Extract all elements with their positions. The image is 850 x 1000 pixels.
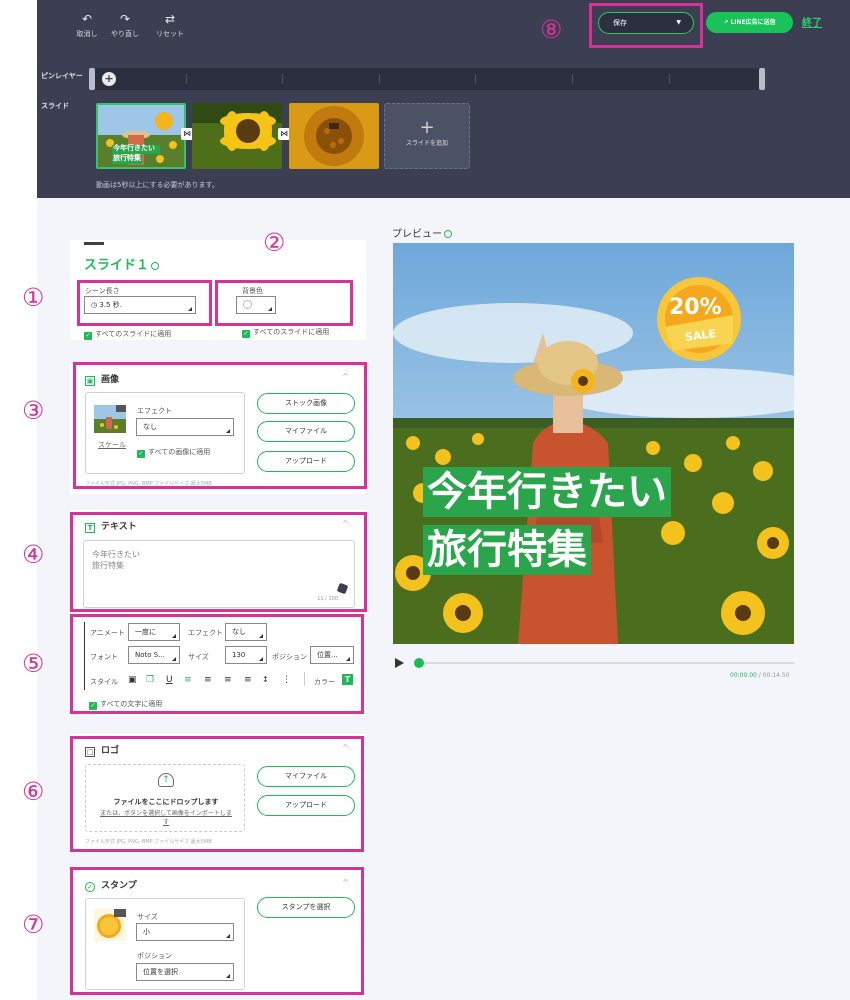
highlight-box-5 xyxy=(70,614,364,714)
track-tick xyxy=(475,74,476,84)
preview-label: プレビュー xyxy=(392,225,452,240)
slide-thumbnail-2[interactable] xyxy=(192,103,282,169)
undo-button[interactable]: ↶ 取消し xyxy=(67,12,107,39)
add-layer-icon[interactable]: + xyxy=(102,72,116,86)
slide-2-image xyxy=(192,103,282,169)
track-tick xyxy=(186,74,187,84)
info-icon[interactable] xyxy=(151,261,160,270)
duration-note: 動画は5秒以上にする必要があります。 xyxy=(96,181,219,189)
preview-headline-line1: 今年行きたい xyxy=(423,467,671,517)
seek-bar[interactable] xyxy=(418,662,794,664)
annotation-8: ⑧ xyxy=(540,15,563,44)
annotation-1: ① xyxy=(22,283,45,312)
share-icon: ↗ xyxy=(723,19,729,26)
highlight-box-8 xyxy=(589,3,703,48)
playback-time: 00:00.00 / 00:14.50 xyxy=(730,672,790,679)
checkbox-checked-icon: ✓ xyxy=(242,330,250,338)
apply-all-slides-bg-checkbox[interactable]: ✓ すべてのスライドに適用 xyxy=(242,327,329,338)
seek-handle[interactable] xyxy=(414,658,424,668)
slide-title: スライド１ xyxy=(84,254,160,273)
annotation-4: ④ xyxy=(22,540,45,569)
info-icon[interactable] xyxy=(444,230,452,238)
send-to-line-button[interactable]: ↗ LINE広告に送信 xyxy=(706,12,793,33)
add-slide-button[interactable]: + スライドを追加 xyxy=(384,103,470,169)
editor-top-panel: ↶ 取消し ↷ やり直し ⇄ リセット 保存 ▼ ↗ LINE広告に送信 終了 … xyxy=(37,0,850,198)
reset-icon: ⇄ xyxy=(164,12,176,26)
undo-icon: ↶ xyxy=(81,12,93,26)
annotation-7: ⑦ xyxy=(22,910,45,939)
slide-3-image xyxy=(289,103,379,169)
track-tick xyxy=(379,74,380,84)
plus-icon: + xyxy=(419,117,435,138)
slide-thumbnail-3[interactable] xyxy=(289,103,379,169)
highlight-box-4 xyxy=(70,512,367,612)
pin-layer-track[interactable]: + xyxy=(89,68,765,90)
checkbox-checked-icon: ✓ xyxy=(84,332,92,340)
highlight-box-1 xyxy=(77,280,212,326)
highlight-box-7 xyxy=(70,867,364,995)
track-tick xyxy=(669,74,670,84)
preview-headline-line2: 旅行特集 xyxy=(423,525,591,575)
annotation-3: ③ xyxy=(22,396,45,425)
slide-track-label: スライド xyxy=(41,102,69,110)
annotation-5: ⑤ xyxy=(22,649,45,678)
track-tick xyxy=(572,74,573,84)
redo-button[interactable]: ↷ やり直し xyxy=(105,12,145,39)
layer-track-label: ピンレイヤー xyxy=(41,72,83,80)
panel-tab-indicator xyxy=(84,242,104,245)
apply-all-slides-checkbox[interactable]: ✓ すべてのスライドに適用 xyxy=(84,329,171,340)
end-link[interactable]: 終了 xyxy=(802,14,822,29)
slide-1-caption: 今年行きたい 旅行特集 xyxy=(113,144,155,162)
annotation-6: ⑥ xyxy=(22,777,45,806)
slide-thumbnail-1[interactable]: 今年行きたい 旅行特集 xyxy=(96,103,186,169)
highlight-box-6 xyxy=(70,736,364,852)
preview-image xyxy=(393,243,794,644)
track-tick xyxy=(282,74,283,84)
highlight-box-3 xyxy=(73,362,367,489)
preview-canvas: 20% SALE 今年行きたい 旅行特集 xyxy=(393,243,794,644)
redo-icon: ↷ xyxy=(119,12,131,26)
track-left-handle[interactable] xyxy=(89,68,95,90)
reset-button[interactable]: ⇄ リセット xyxy=(150,12,190,39)
highlight-box-2 xyxy=(215,280,353,326)
track-right-handle[interactable] xyxy=(759,68,765,90)
sale-badge-percent: 20% xyxy=(669,295,722,320)
play-icon[interactable] xyxy=(395,658,404,668)
annotation-2: ② xyxy=(263,228,286,257)
